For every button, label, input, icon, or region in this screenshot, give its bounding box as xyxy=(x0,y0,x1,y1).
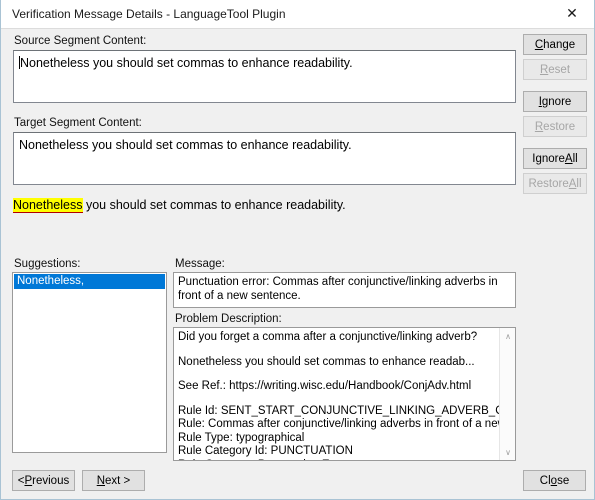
rule-line: Rule Id: SENT_START_CONJUNCTIVE_LINKING_… xyxy=(178,404,516,417)
reset-button: Reset xyxy=(523,59,587,80)
ignore-button[interactable]: Ignore xyxy=(523,91,587,112)
problem-description-box[interactable]: Did you forget a comma after a conjuncti… xyxy=(173,327,516,461)
restore-all-button: Restore All xyxy=(523,173,587,194)
close-button[interactable]: Cl o se xyxy=(523,470,586,491)
rule-line: Rule: Commas after conjunctive/linking a… xyxy=(178,418,515,430)
problem-description-label: Problem Description: xyxy=(175,313,282,325)
highlighted-error-word: Nonetheless xyxy=(13,198,83,213)
source-segment-textbox[interactable]: Nonetheless you should set commas to enh… xyxy=(13,50,516,103)
problem-description-content: Did you forget a comma after a conjuncti… xyxy=(178,331,516,461)
rule-line: Rule Category Id: PUNCTUATION xyxy=(178,445,353,457)
source-segment-value: Nonetheless you should set commas to enh… xyxy=(20,56,353,70)
close-icon[interactable]: ✕ xyxy=(550,0,594,28)
message-text: Punctuation error: Commas after conjunct… xyxy=(178,276,498,302)
suggestions-listbox[interactable]: Nonetheless, xyxy=(12,272,167,453)
title-bar: Verification Message Details - LanguageT… xyxy=(1,0,594,29)
problem-line: Nonetheless you should set commas to enh… xyxy=(178,355,475,368)
list-item[interactable]: Nonetheless, xyxy=(14,274,165,289)
change-button[interactable]: Change xyxy=(523,34,587,55)
problem-line: Did you forget a comma after a conjuncti… xyxy=(178,331,478,343)
ignore-all-button[interactable]: Ignore All xyxy=(523,148,587,169)
previous-button[interactable]: < Previous xyxy=(12,470,75,491)
restore-button: Restore xyxy=(523,116,587,137)
target-segment-label: Target Segment Content: xyxy=(14,117,142,129)
scroll-up-icon[interactable]: ∧ xyxy=(500,328,515,344)
scroll-down-icon[interactable]: ∨ xyxy=(500,444,515,460)
dialog-window: Verification Message Details - LanguageT… xyxy=(0,0,595,500)
suggestions-label: Suggestions: xyxy=(14,258,81,270)
message-label: Message: xyxy=(175,258,225,270)
rule-line: Rule Type: typographical xyxy=(178,431,305,444)
source-segment-label: Source Segment Content: xyxy=(14,35,147,47)
message-textbox: Punctuation error: Commas after conjunct… xyxy=(173,272,516,308)
preview-sentence-rest: you should set commas to enhance readabi… xyxy=(82,198,346,212)
preview-sentence: Nonetheless you should set commas to enh… xyxy=(13,198,346,213)
window-title: Verification Message Details - LanguageT… xyxy=(12,7,286,21)
next-button[interactable]: Next > xyxy=(82,470,145,491)
rule-line: Rule Category: Punctuation Errors xyxy=(178,459,490,461)
target-segment-textbox[interactable]: Nonetheless you should set commas to enh… xyxy=(13,132,516,185)
problem-line: See Ref.: https://writing.wisc.edu/Handb… xyxy=(178,380,472,392)
target-segment-value: Nonetheless you should set commas to enh… xyxy=(19,138,352,152)
source-segment-value-wrap: Nonetheless you should set commas to enh… xyxy=(19,55,511,71)
problem-description-scrollbar[interactable]: ∧ ∨ xyxy=(499,328,515,460)
